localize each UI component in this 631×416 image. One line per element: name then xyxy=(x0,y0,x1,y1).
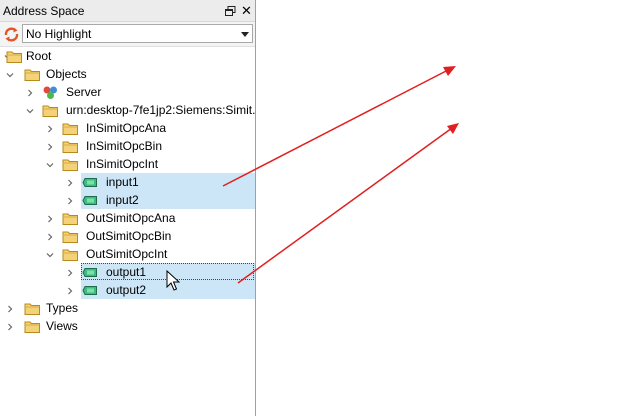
annotation-arrowhead-output xyxy=(447,123,459,134)
annotation-arrows xyxy=(222,66,459,284)
annotation-arrow-output xyxy=(237,127,453,284)
mouse-cursor-icon xyxy=(166,270,180,291)
annotation-arrow-input xyxy=(222,69,449,187)
